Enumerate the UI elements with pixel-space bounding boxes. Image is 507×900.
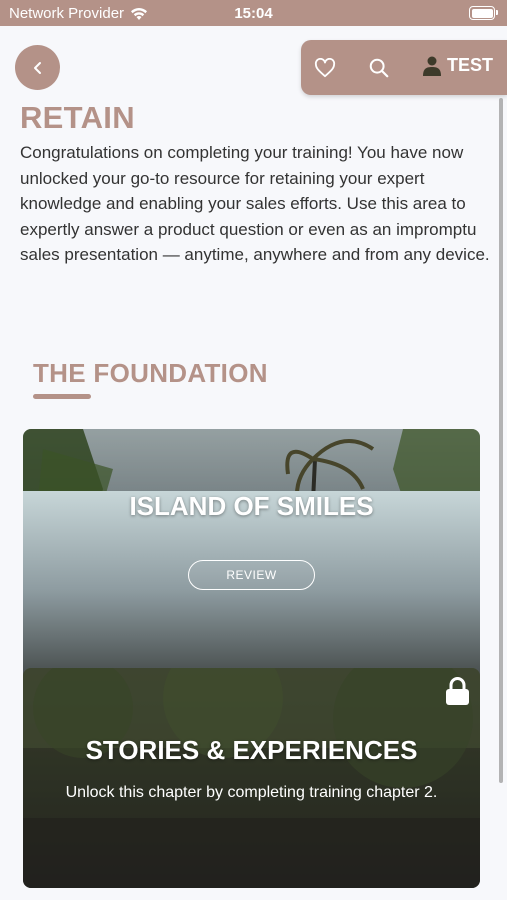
card-title: STORIES & EXPERIENCES bbox=[85, 735, 418, 765]
scrollbar[interactable] bbox=[499, 98, 503, 783]
chapter-card-stories-experiences[interactable] bbox=[23, 668, 480, 888]
card-locked-description: Unlock this chapter by completing traini… bbox=[65, 784, 438, 801]
page-title: RETAIN bbox=[20, 100, 135, 135]
user-icon bbox=[423, 56, 441, 76]
search-button[interactable] bbox=[367, 56, 391, 80]
user-profile-button[interactable]: TEST bbox=[423, 55, 493, 76]
status-bar: Network Provider 15:04 bbox=[0, 0, 507, 26]
card-overlay bbox=[23, 668, 480, 888]
chevron-left-icon bbox=[33, 61, 41, 74]
favorites-button[interactable] bbox=[313, 56, 337, 80]
section-title: THE FOUNDATION bbox=[33, 358, 268, 388]
section-underline bbox=[33, 394, 91, 399]
user-label: TEST bbox=[447, 55, 494, 75]
search-icon bbox=[369, 58, 389, 78]
top-toolbar: TEST bbox=[301, 40, 507, 95]
heart-icon bbox=[314, 58, 336, 78]
intro-text: Congratulations on completing your train… bbox=[20, 143, 490, 264]
lock-icon bbox=[446, 677, 469, 705]
clock: 15:04 bbox=[234, 5, 273, 22]
review-button[interactable]: REVIEW bbox=[188, 560, 315, 590]
battery-icon bbox=[469, 6, 498, 20]
back-button[interactable] bbox=[15, 45, 60, 90]
